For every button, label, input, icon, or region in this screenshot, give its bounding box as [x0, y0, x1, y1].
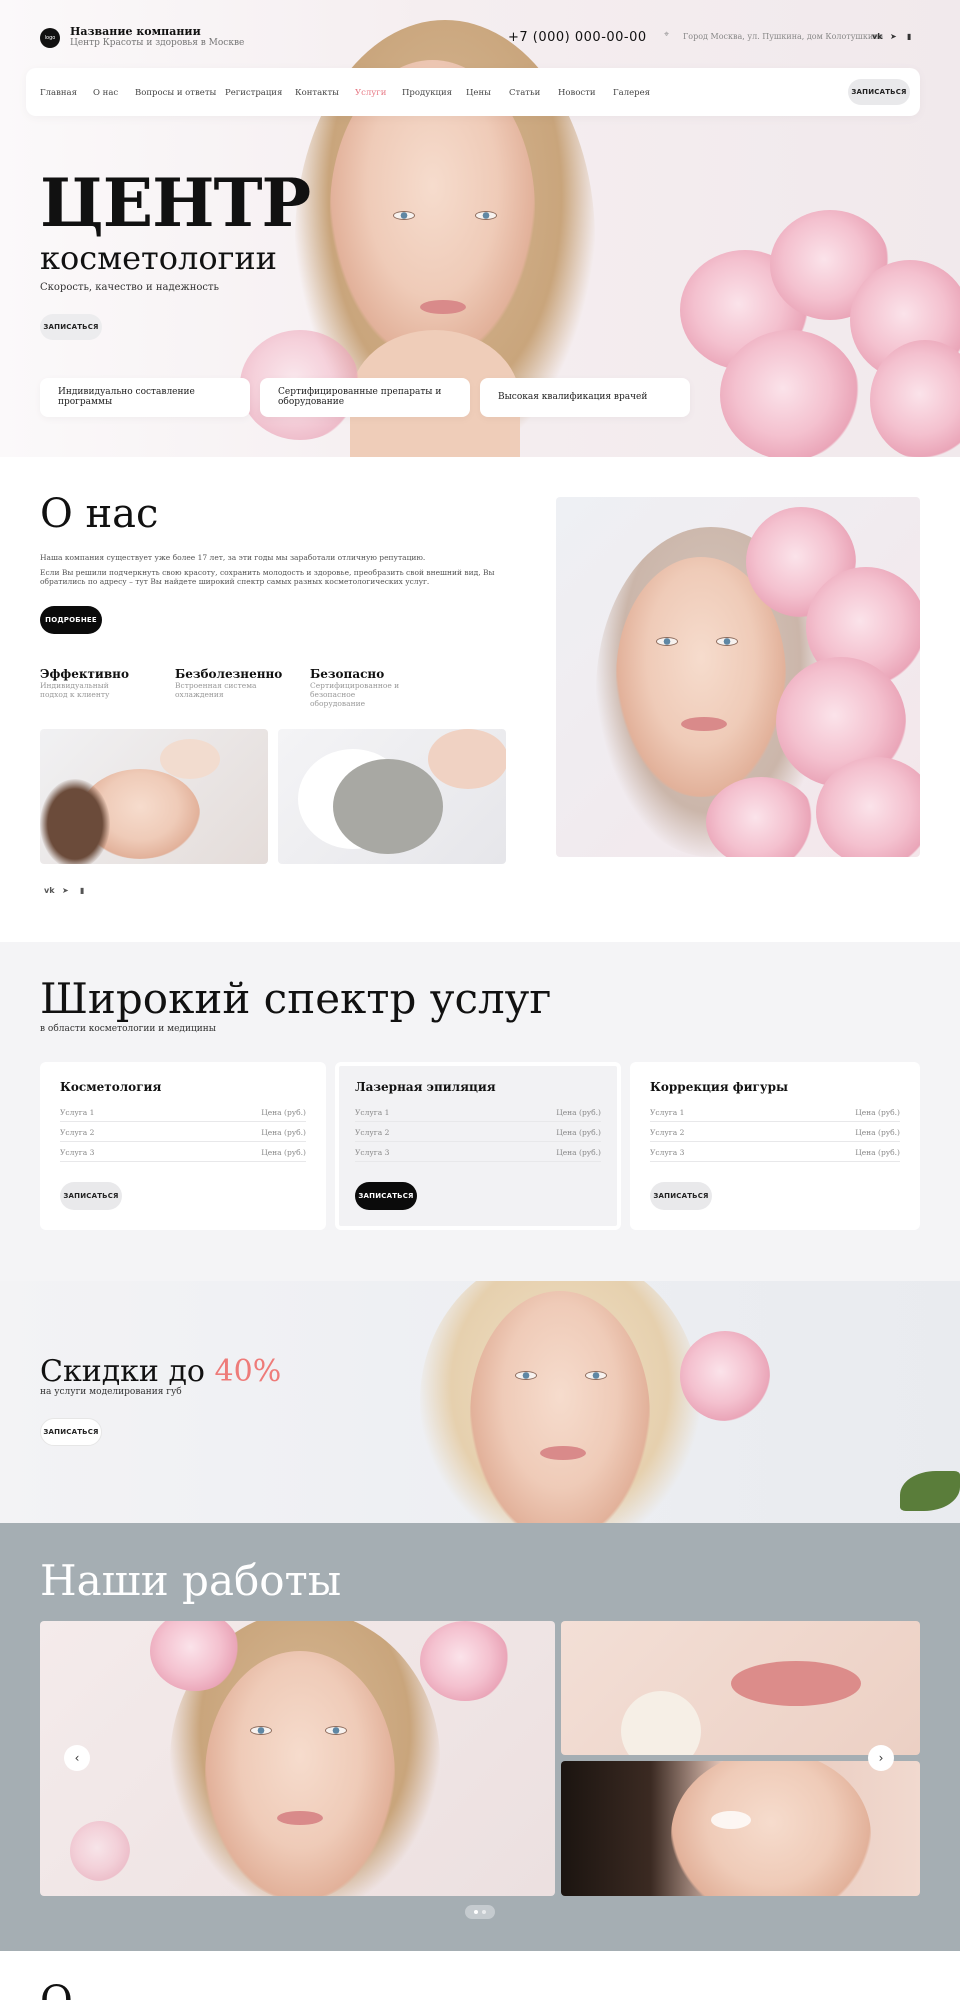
- service-name: Услуга 2: [60, 1128, 95, 1137]
- carousel-pagination[interactable]: [465, 1905, 495, 1919]
- hero-feature-card: Сертифицированные препараты и оборудован…: [260, 378, 470, 417]
- nav-item-registration[interactable]: Регистрация: [225, 88, 282, 98]
- phone-icon[interactable]: ▮: [907, 32, 911, 41]
- service-name: Услуга 1: [60, 1108, 95, 1117]
- about-main-photo: [556, 497, 920, 857]
- phone-number[interactable]: +7 (000) 000-00-00: [508, 30, 647, 45]
- nav-item-services[interactable]: Услуги: [355, 88, 386, 98]
- about-title: О нас: [40, 491, 159, 537]
- company-name[interactable]: Название компании: [70, 25, 201, 38]
- nav-signup-button[interactable]: ЗАПИСАТЬСЯ: [848, 79, 910, 105]
- service-row[interactable]: Услуга 1 Цена (руб.): [355, 1104, 601, 1122]
- works-prev-button[interactable]: ‹: [64, 1745, 90, 1771]
- hero-subtitle: косметологии: [40, 239, 277, 277]
- service-card-body-correction: Коррекция фигуры Услуга 1 Цена (руб.) Усл…: [630, 1062, 920, 1230]
- vk-icon[interactable]: vk: [44, 886, 55, 895]
- about-more-button[interactable]: ПОДРОБНЕЕ: [40, 606, 102, 634]
- nav-item-about[interactable]: О нас: [93, 88, 118, 98]
- services-title: Широкий спектр услуг: [40, 974, 552, 1023]
- works-next-button[interactable]: ›: [868, 1745, 894, 1771]
- service-row[interactable]: Услуга 2 Цена (руб.): [60, 1124, 306, 1142]
- service-price: Цена (руб.): [556, 1108, 601, 1117]
- service-card-title: Лазерная эпиляция: [355, 1080, 496, 1094]
- works-photo-lips: [561, 1621, 920, 1755]
- service-card-title: Коррекция фигуры: [650, 1080, 788, 1094]
- about-paragraph: Наша компания существует уже более 17 ле…: [40, 553, 426, 562]
- service-name: Услуга 2: [355, 1128, 390, 1137]
- nav-item-news[interactable]: Новости: [558, 88, 596, 98]
- nav-item-contacts[interactable]: Контакты: [295, 88, 339, 98]
- service-price: Цена (руб.): [855, 1108, 900, 1117]
- discount-subtitle: на услуги моделирования губ: [40, 1387, 182, 1397]
- carousel-dot[interactable]: [482, 1910, 486, 1914]
- service-name: Услуга 1: [650, 1108, 685, 1117]
- service-price: Цена (руб.): [556, 1128, 601, 1137]
- feature-description: Встроенная система охлаждения: [175, 681, 257, 699]
- service-row[interactable]: Услуга 3 Цена (руб.): [650, 1144, 900, 1162]
- nav-item-gallery[interactable]: Галерея: [613, 88, 650, 98]
- discount-section: [0, 1281, 960, 1523]
- service-name: Услуга 3: [60, 1148, 95, 1157]
- discount-image: [400, 1281, 960, 1523]
- phone-icon[interactable]: ▮: [80, 886, 84, 895]
- nav-item-home[interactable]: Главная: [40, 88, 77, 98]
- service-price: Цена (руб.): [855, 1148, 900, 1157]
- discount-percent: 40%: [214, 1354, 282, 1389]
- service-name: Услуга 3: [355, 1148, 390, 1157]
- service-name: Услуга 2: [650, 1128, 685, 1137]
- about-paragraph: Если Вы решили подчеркнуть свою красоту,…: [40, 568, 495, 587]
- service-row[interactable]: Услуга 1 Цена (руб.): [650, 1104, 900, 1122]
- nav-item-articles[interactable]: Статьи: [509, 88, 540, 98]
- hero-feature-card: Индивидуально составление программы: [40, 378, 250, 417]
- discount-signup-button[interactable]: ЗАПИСАТЬСЯ: [40, 1418, 102, 1446]
- logo[interactable]: logo: [40, 28, 60, 48]
- works-photo-main: [40, 1621, 555, 1896]
- nav-item-prices[interactable]: Цены: [466, 88, 491, 98]
- service-name: Услуга 1: [355, 1108, 390, 1117]
- service-card-laser: Лазерная эпиляция Услуга 1 Цена (руб.) Ус…: [335, 1062, 621, 1230]
- feature-description: Сертифицированное и безопасное оборудова…: [310, 681, 400, 708]
- company-subtitle: Центр Красоты и здоровья в Москве: [70, 38, 245, 48]
- service-row[interactable]: Услуга 2 Цена (руб.): [355, 1124, 601, 1142]
- service-price: Цена (руб.): [261, 1128, 306, 1137]
- services-subtitle: в области косметологии и медицины: [40, 1024, 216, 1034]
- service-row[interactable]: Услуга 2 Цена (руб.): [650, 1124, 900, 1142]
- discount-title: Скидки до 40%: [40, 1354, 281, 1389]
- works-photo-profile: [561, 1761, 920, 1896]
- service-price: Цена (руб.): [556, 1148, 601, 1157]
- location-pin-icon: ⌖: [664, 30, 670, 40]
- service-signup-button[interactable]: ЗАПИСАТЬСЯ: [650, 1182, 712, 1210]
- nav-item-faq[interactable]: Вопросы и ответы: [135, 88, 216, 98]
- service-row[interactable]: Услуга 1 Цена (руб.): [60, 1104, 306, 1122]
- service-price: Цена (руб.): [855, 1128, 900, 1137]
- next-section-title: О: [40, 1978, 73, 2000]
- service-row[interactable]: Услуга 3 Цена (руб.): [355, 1144, 601, 1162]
- service-name: Услуга 3: [650, 1148, 685, 1157]
- nav-item-products[interactable]: Продукция: [402, 88, 452, 98]
- feature-title: Эффективно: [40, 667, 129, 681]
- service-price: Цена (руб.): [261, 1108, 306, 1117]
- about-photo-facial: [40, 729, 268, 864]
- feature-title: Безболезненно: [175, 667, 283, 681]
- address: Город Москва, ул. Пушкина, дом Колотушки…: [683, 32, 884, 41]
- service-card-title: Косметология: [60, 1080, 162, 1094]
- service-price: Цена (руб.): [261, 1148, 306, 1157]
- discount-title-text: Скидки до: [40, 1354, 205, 1389]
- hero-tagline: Скорость, качество и надежность: [40, 282, 219, 293]
- service-card-cosmetology: Косметология Услуга 1 Цена (руб.) Услуга …: [40, 1062, 326, 1230]
- service-signup-button[interactable]: ЗАПИСАТЬСЯ: [355, 1182, 417, 1210]
- service-row[interactable]: Услуга 3 Цена (руб.): [60, 1144, 306, 1162]
- carousel-dot[interactable]: [474, 1910, 478, 1914]
- feature-description: Индивидуальный подход к клиенту: [40, 681, 110, 699]
- telegram-icon[interactable]: ➤: [890, 32, 897, 41]
- telegram-icon[interactable]: ➤: [62, 886, 69, 895]
- about-photo-mask: [278, 729, 506, 864]
- works-title: Наши работы: [40, 1556, 342, 1605]
- vk-icon[interactable]: vk: [872, 32, 883, 41]
- feature-title: Безопасно: [310, 667, 385, 681]
- service-signup-button[interactable]: ЗАПИСАТЬСЯ: [60, 1182, 122, 1210]
- hero-feature-card: Высокая квалификация врачей: [480, 378, 690, 417]
- hero-signup-button[interactable]: ЗАПИСАТЬСЯ: [40, 314, 102, 340]
- hero-title: ЦЕНТР: [40, 164, 311, 242]
